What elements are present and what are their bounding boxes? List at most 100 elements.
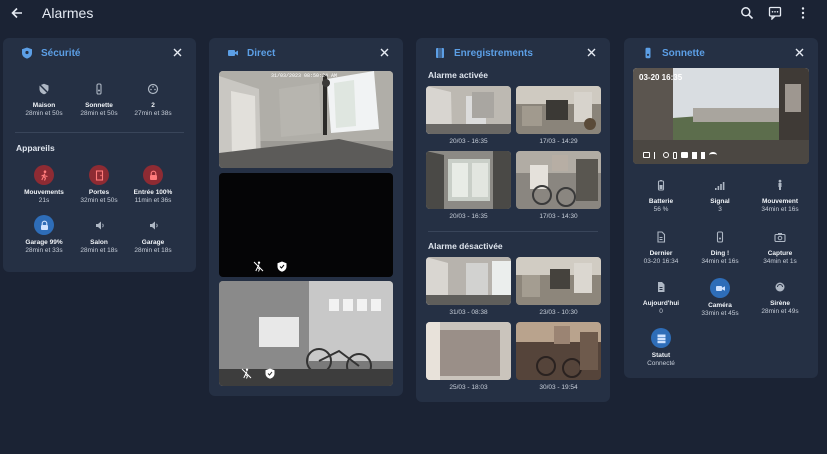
file-icon: [652, 278, 670, 296]
chat-icon[interactable]: [768, 6, 782, 20]
recording-thumb[interactable]: [426, 86, 511, 134]
shield-icon: [277, 261, 287, 272]
snapshot-status-icons: [643, 152, 717, 159]
status-label: 2: [151, 102, 155, 109]
close-icon[interactable]: [380, 48, 389, 57]
camera-icon: [771, 228, 789, 246]
privacy-blur: [554, 326, 570, 344]
motion-icon: [654, 152, 659, 159]
recordings-card: Enregistrements Alarme activée 20/03 - 1…: [416, 38, 610, 402]
film-icon: [436, 48, 444, 58]
live-card-title: Direct: [247, 48, 276, 59]
camera-icon: [681, 152, 688, 158]
back-arrow-icon[interactable]: [10, 6, 24, 20]
doorbell-icon: [711, 228, 729, 246]
close-icon[interactable]: [795, 48, 804, 57]
doorbell-card-header: Sonnette: [624, 38, 818, 68]
live-camera-night[interactable]: [219, 173, 393, 277]
divider: [15, 132, 184, 133]
live-camera-garage[interactable]: [219, 281, 393, 386]
doorbell-snapshot[interactable]: 03-20 16:35: [633, 68, 809, 164]
recording-time: 17/03 - 14:29: [539, 138, 578, 145]
disarmed-section-title: Alarme désactivée: [428, 241, 503, 251]
device-entree[interactable]: Entrée 100% 11min et 36s: [118, 165, 188, 205]
recording-thumb[interactable]: [516, 322, 601, 380]
armed-section-title: Alarme activée: [428, 70, 489, 80]
live-card-header: Direct: [209, 38, 403, 68]
doorbell-card: Sonnette 03-20 16:35 Batterie 56 % Signa…: [624, 38, 818, 378]
device-label: Garage: [141, 239, 165, 246]
recording-thumb[interactable]: [516, 86, 601, 134]
motion-off-icon: [253, 261, 264, 272]
doorbell-icon: [90, 80, 108, 98]
stat-value: 28min et 49s: [761, 308, 799, 315]
security-card: Sécurité Maison 28min et 50s Sonnette 28…: [3, 38, 196, 272]
stat-value: Connecté: [647, 360, 675, 367]
doorbell-icon: [645, 47, 651, 59]
recording-time: 17/03 - 14:30: [539, 213, 578, 220]
lock-icon: [34, 215, 54, 235]
stat-label: Statut: [651, 352, 671, 359]
privacy-blur: [472, 92, 494, 118]
motion-icon: [34, 165, 54, 185]
video-icon: [710, 278, 730, 298]
battery-icon: [701, 152, 705, 159]
battery-icon: [652, 176, 670, 194]
ding-icon: [663, 152, 669, 158]
recording-time: 31/03 - 08:38: [449, 309, 488, 316]
device-garage-siren[interactable]: Garage 28min et 18s: [118, 215, 188, 255]
status-time: 27min et 38s: [134, 110, 172, 117]
recording-thumb[interactable]: [426, 257, 511, 305]
stat-value: 34min et 16s: [761, 206, 799, 213]
shield-icon: [265, 368, 275, 379]
recording-time: 30/03 - 19:54: [539, 384, 578, 391]
file-clock-icon: [652, 228, 670, 246]
live-card: Direct 31/03/2023 08:50:24 AM: [209, 38, 403, 396]
hallway-image: [219, 71, 393, 168]
recordings-card-title: Enregistrements: [454, 48, 533, 59]
person-icon: [771, 176, 789, 194]
stat-sirene[interactable]: Sirène 28min et 49s: [745, 278, 815, 316]
lock-icon: [143, 165, 163, 185]
stat-statut[interactable]: Statut Connecté: [626, 328, 696, 368]
server-icon: [651, 328, 671, 348]
device-time: 11min et 36s: [134, 197, 172, 204]
page-title: Alarmes: [42, 5, 94, 21]
video-off-icon: [643, 152, 650, 158]
recording-time: 20/03 - 16:35: [449, 213, 488, 220]
recording-thumb[interactable]: [516, 151, 601, 209]
recording-thumb[interactable]: [516, 257, 601, 305]
privacy-blur: [785, 84, 801, 112]
more-vert-icon[interactable]: [796, 6, 810, 20]
stat-value: 34min et 1s: [763, 258, 797, 265]
siren-icon: [89, 215, 109, 235]
security-card-header: Sécurité: [3, 38, 196, 68]
stat-mouvement[interactable]: Mouvement 34min et 16s: [745, 176, 815, 214]
motion-off-icon: [241, 368, 252, 379]
close-icon[interactable]: [173, 48, 182, 57]
dial-icon: [144, 80, 162, 98]
door-icon: [89, 165, 109, 185]
stat-label: Capture: [767, 250, 793, 257]
privacy-blur: [440, 330, 500, 376]
recording-thumb[interactable]: [426, 322, 511, 380]
stat-capture[interactable]: Capture 34min et 1s: [745, 228, 815, 266]
top-app-bar: Alarmes: [0, 0, 827, 28]
recordings-card-header: Enregistrements: [416, 38, 610, 68]
siren-icon: [771, 278, 789, 296]
stat-label: Sirène: [770, 300, 790, 307]
device-label: Entrée 100%: [133, 189, 173, 196]
shield-icon: [22, 47, 32, 59]
privacy-blur: [552, 155, 568, 171]
search-icon[interactable]: [740, 6, 754, 20]
file-icon: [692, 152, 697, 159]
stat-label: Mouvement: [761, 198, 799, 205]
status-mode[interactable]: 2 27min et 38s: [118, 80, 188, 118]
snapshot-time: 03-20 16:35: [639, 73, 683, 82]
recording-time: 23/03 - 10:30: [539, 309, 578, 316]
close-icon[interactable]: [587, 48, 596, 57]
doorbell-card-title: Sonnette: [662, 48, 705, 59]
live-camera-hallway[interactable]: 31/03/2023 08:50:24 AM: [219, 71, 393, 168]
live-timestamp: 31/03/2023 08:50:24 AM: [271, 73, 338, 79]
recording-thumb[interactable]: [426, 151, 511, 209]
